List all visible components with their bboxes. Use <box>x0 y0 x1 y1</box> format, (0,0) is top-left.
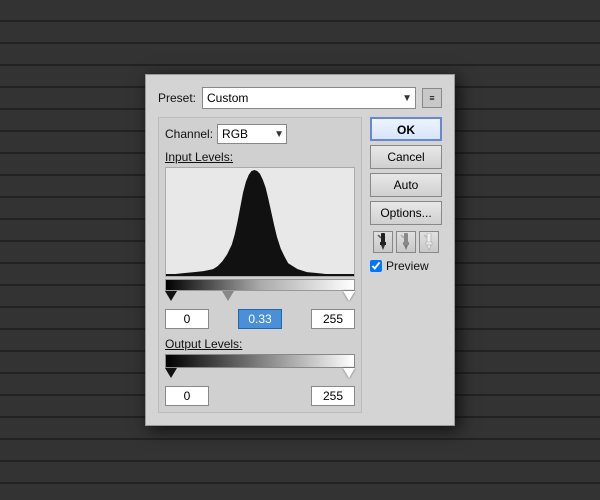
ok-button[interactable]: OK <box>370 117 442 141</box>
preview-label: Preview <box>386 259 429 273</box>
auto-button[interactable]: Auto <box>370 173 442 197</box>
left-panel: Channel: RGB Red Green Blue ▼ Input Leve… <box>158 117 362 413</box>
output-shadow-input[interactable] <box>165 386 209 406</box>
input-levels-label: Input Levels: <box>165 150 355 164</box>
highlight-input[interactable] <box>311 309 355 329</box>
channel-row: Channel: RGB Red Green Blue ▼ <box>165 124 355 144</box>
input-values-row <box>165 309 355 329</box>
output-gradient <box>165 354 355 368</box>
black-eyedropper-icon <box>376 233 390 251</box>
preset-menu-symbol: ≡ <box>429 93 434 103</box>
output-shadow-handle[interactable] <box>165 368 177 378</box>
preset-select-wrapper[interactable]: Custom ▼ <box>202 87 416 109</box>
input-handles[interactable] <box>165 291 355 305</box>
midtone-input[interactable] <box>238 309 282 329</box>
highlight-handle[interactable] <box>343 291 355 301</box>
preset-row: Preset: Custom ▼ ≡ <box>158 87 442 109</box>
black-eyedropper[interactable] <box>373 231 393 253</box>
preview-checkbox[interactable] <box>370 260 382 272</box>
channel-label: Channel: <box>165 127 213 141</box>
right-panel: OK Cancel Auto Options... <box>370 117 442 413</box>
output-levels-label: Output Levels: <box>165 337 355 351</box>
preview-row: Preview <box>370 259 442 273</box>
output-highlight-handle[interactable] <box>343 368 355 378</box>
gray-eyedropper-icon <box>399 233 413 251</box>
levels-dialog: Preset: Custom ▼ ≡ Channel: RGB Red Gree… <box>145 74 455 426</box>
eyedropper-row <box>370 231 442 253</box>
output-highlight-input[interactable] <box>311 386 355 406</box>
gray-eyedropper[interactable] <box>396 231 416 253</box>
shadow-input[interactable] <box>165 309 209 329</box>
channel-select-wrapper[interactable]: RGB Red Green Blue ▼ <box>217 124 287 144</box>
output-handles[interactable] <box>165 368 355 382</box>
white-eyedropper-icon <box>422 233 436 251</box>
midtone-handle[interactable] <box>222 291 234 301</box>
preset-menu-icon[interactable]: ≡ <box>422 88 442 108</box>
histogram-container <box>165 167 355 277</box>
preset-label: Preset: <box>158 91 196 105</box>
main-content: Channel: RGB Red Green Blue ▼ Input Leve… <box>158 117 442 413</box>
options-button[interactable]: Options... <box>370 201 442 225</box>
white-eyedropper[interactable] <box>419 231 439 253</box>
output-values-row <box>165 386 355 406</box>
channel-select[interactable]: RGB Red Green Blue <box>217 124 287 144</box>
input-gradient-track <box>165 279 355 291</box>
input-slider-area <box>165 279 355 305</box>
preset-select[interactable]: Custom <box>202 87 416 109</box>
cancel-button[interactable]: Cancel <box>370 145 442 169</box>
histogram-svg <box>166 168 354 276</box>
shadow-handle[interactable] <box>165 291 177 301</box>
